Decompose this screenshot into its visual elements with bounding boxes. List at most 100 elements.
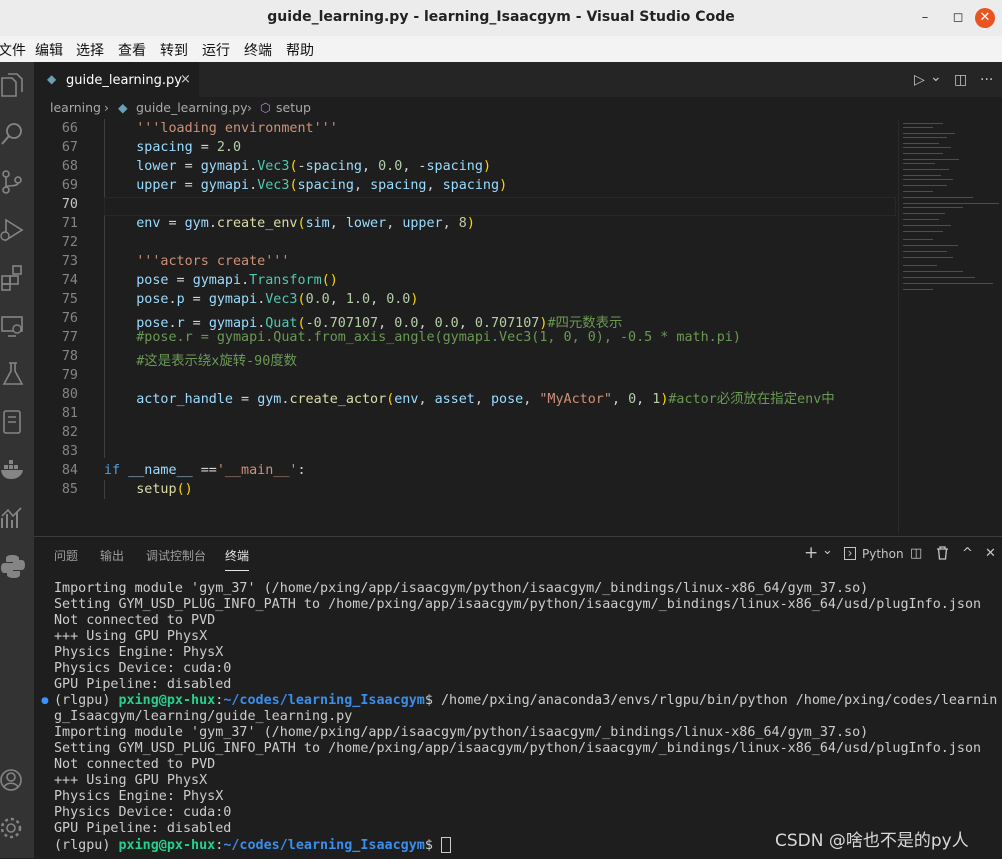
code-line: 83 [61,444,78,459]
python-file-icon: ◆ [47,72,57,86]
code-line: 75 pose.p = gymapi.Vec3(0.0, 1.0, 0.0) [61,292,419,307]
breadcrumb-folder[interactable]: learning [50,100,101,115]
close-button[interactable]: ✕ [975,8,995,28]
breadcrumb-separator: › [247,100,252,115]
code-line: 73 '''actors create''' [61,254,290,269]
command-decoration-icon[interactable]: ● [41,696,49,706]
terminal-line: g_Isaacgym/learning/guide_learning.py [54,709,353,724]
terminal-line: Physics Engine: PhysX [54,645,224,660]
breadcrumb-separator: › [104,100,109,115]
bottom-panel: 问题 输出 调试控制台 终端 + ⌄ › Python ◫ ^ ✕ Import… [34,536,1002,859]
terminal-line: Importing module 'gym_37' (/home/pxing/a… [54,581,869,596]
breadcrumb: learning › ◆ guide_learning.py › ⬡ setup [34,97,1002,119]
terminal-line: GPU Pipeline: disabled [54,821,232,836]
run-debug-icon[interactable] [0,216,34,250]
search-icon[interactable] [0,120,34,154]
docker-icon[interactable] [0,456,34,490]
tab-terminal[interactable]: 终端 [225,547,250,571]
code-line: 74 pose = gymapi.Transform() [61,273,338,288]
menu-view[interactable]: 查看 [118,40,146,60]
code-line-current: 70 [34,197,898,216]
menu-edit[interactable]: 编辑 [35,40,63,60]
terminal-shell-label[interactable]: Python [862,547,904,561]
code-line: 68 lower = gymapi.Vec3(-spacing, 0.0, -s… [61,159,491,174]
code-line: 84 if __name__ =='__main__': [61,463,306,478]
code-line: 72 [61,235,78,250]
manage-icon[interactable] [0,814,34,848]
remote-explorer-icon[interactable] [0,312,34,346]
code-line: 81 [61,406,78,421]
window-title: guide_learning.py - learning_Isaacgym - … [267,9,735,25]
title-bar: guide_learning.py - learning_Isaacgym - … [0,0,1002,36]
python-file-icon: ◆ [118,100,128,115]
tab-close-button[interactable]: × [180,72,191,87]
terminal-line: Importing module 'gym_37' (/home/pxing/a… [54,725,869,740]
run-icon[interactable]: ▷ [914,72,925,88]
code-line: 71 env = gym.create_env(sim, lower, uppe… [61,216,475,231]
minimap[interactable] [898,119,1002,534]
activity-bar [0,62,34,858]
code-line: 85 setup() [61,482,193,497]
tab-output[interactable]: 输出 [100,547,124,564]
tab-problems[interactable]: 问题 [54,547,78,564]
code-line: 66 '''loading environment''' [61,121,338,136]
code-line: 80 actor_handle = gym.create_actor(env, … [61,387,835,407]
terminal-line: +++ Using GPU PhysX [54,629,208,644]
watermark: CSDN @啥也不是的py人 [775,831,969,851]
code-line: 77 #pose.r = gymapi.Quat.from_axis_angle… [61,330,741,345]
editor-tab-bar: ◆ guide_learning.py × ▷ ⌄ ◫ ··· [34,62,1002,98]
code-line: 78 #这是表示绕x旋转-90度数 [61,349,298,369]
account-icon[interactable] [0,766,34,800]
terminal-prompt-line: (rlgpu) pxing@px-hux:~/codes/learning_Is… [54,837,451,853]
split-editor-icon[interactable]: ◫ [954,72,967,88]
terminal-line: Physics Device: cuda:0 [54,805,232,820]
terminal-line: +++ Using GPU PhysX [54,773,208,788]
menu-go[interactable]: 转到 [160,40,188,60]
terminal-line: Physics Engine: PhysX [54,789,224,804]
trash-icon[interactable] [936,546,949,564]
code-line: 79 [61,368,78,383]
breadcrumb-symbol[interactable]: setup [276,100,311,115]
menu-bar: 文件 编辑 选择 查看 转到 运行 终端 帮助 [0,36,1002,62]
source-control-icon[interactable] [0,168,34,202]
terminal-prompt-line: (rlgpu) pxing@px-hux:~/codes/learning_Is… [54,693,998,708]
python-icon[interactable] [0,552,34,586]
maximize-button[interactable]: ◻ [946,8,970,28]
new-terminal-menu-icon[interactable]: ⌄ [822,543,833,558]
menu-file[interactable]: 文件 [0,40,26,60]
menu-run[interactable]: 运行 [202,40,230,60]
split-terminal-icon[interactable]: ◫ [910,546,922,561]
terminal-line: Physics Device: cuda:0 [54,661,232,676]
terminal-line: Setting GYM_USD_PLUG_INFO_PATH to /home/… [54,741,982,756]
charts-icon[interactable] [0,504,34,538]
menu-selection[interactable]: 选择 [76,40,104,60]
close-panel-icon[interactable]: ✕ [985,546,996,561]
maximize-panel-icon[interactable]: ^ [962,546,973,561]
extensions-icon[interactable] [0,264,34,298]
code-line: 82 [61,425,78,440]
menu-terminal[interactable]: 终端 [244,40,272,60]
terminal-line: GPU Pipeline: disabled [54,677,232,692]
tab-guide-learning[interactable]: ◆ guide_learning.py × [34,62,199,98]
terminal-line: Setting GYM_USD_PLUG_INFO_PATH to /home/… [54,597,982,612]
method-icon: ⬡ [260,100,271,115]
terminal-cursor [440,837,451,853]
code-line: 67 spacing = 2.0 [61,140,242,155]
tab-label: guide_learning.py [66,73,182,88]
code-editor[interactable]: 66 '''loading environment''' 67 spacing … [34,119,898,534]
tab-debug-console[interactable]: 调试控制台 [146,547,206,564]
terminal-line: Not connected to PVD [54,613,216,628]
terminal-icon: › [844,547,856,560]
new-terminal-button[interactable]: + [804,543,818,563]
minimize-button[interactable]: – [913,8,937,28]
breadcrumb-file[interactable]: guide_learning.py [136,100,248,115]
code-line: 76 pose.r = gymapi.Quat(-0.707107, 0.0, … [61,311,623,331]
explorer-icon[interactable] [0,72,34,106]
code-line: 69 upper = gymapi.Vec3(spacing, spacing,… [61,178,508,193]
menu-help[interactable]: 帮助 [286,40,314,60]
testing-icon[interactable] [0,360,34,394]
run-menu-icon[interactable]: ⌄ [930,69,942,85]
notebook-icon[interactable] [0,408,34,442]
more-actions-icon[interactable]: ··· [980,72,993,88]
terminal-line: Not connected to PVD [54,757,216,772]
